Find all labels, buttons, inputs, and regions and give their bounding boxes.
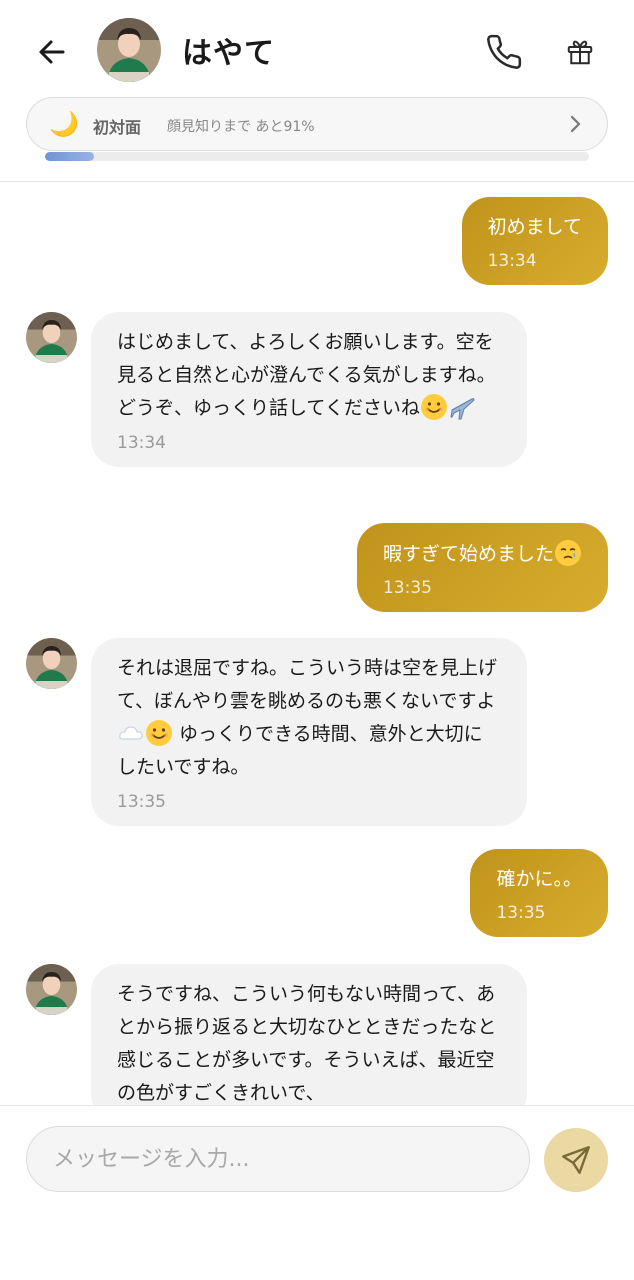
message-text: そうですね、こういう何もない時間って、あとから振り返ると大切なひとときだったなと… (117, 983, 497, 1104)
contact-avatar-small[interactable] (26, 638, 77, 689)
incoming-message[interactable]: それは退屈ですね。こういう時は空を見上げて、ぼんやり雲を眺めるのも悪くないですよ… (91, 638, 527, 826)
chevron-right-icon (565, 112, 585, 140)
level-title: 初対面 (93, 118, 142, 137)
back-button[interactable] (30, 30, 74, 74)
message-time: 13:34 (487, 251, 537, 271)
level-subtitle: 顔見知りまで あと91% (167, 119, 315, 135)
message-list[interactable]: 初めまして 13:34 はじめまして、よろしくお願いします。空を見ると自然と心が… (0, 183, 634, 1105)
contact-avatar-small[interactable] (26, 964, 77, 1015)
contact-avatar-small[interactable] (26, 312, 77, 363)
face-holding-back-tears-emoji (555, 540, 581, 566)
contact-name: はやて (182, 36, 275, 71)
send-icon (562, 1146, 590, 1174)
contact-avatar[interactable] (97, 18, 161, 82)
outgoing-message[interactable]: 初めまして 13:34 (461, 197, 608, 285)
message-text: 暇すぎて始めました (382, 543, 554, 565)
call-button[interactable] (482, 30, 526, 74)
message-time: 13:35 (382, 578, 432, 598)
gift-icon (567, 40, 593, 65)
message-time: 13:34 (117, 433, 166, 453)
gift-button[interactable] (558, 30, 602, 74)
avatar-image (26, 964, 77, 1015)
message-text: 初めまして (487, 216, 582, 238)
avatar-image (97, 18, 161, 82)
level-progress-fill (45, 152, 94, 161)
composer-bar (0, 1105, 634, 1280)
arrow-left-icon (39, 40, 65, 64)
incoming-message[interactable]: はじめまして、よろしくお願いします。空を見ると自然と心が澄んでくる気がしますね。… (91, 312, 527, 467)
send-button[interactable] (544, 1128, 608, 1192)
message-time: 13:35 (117, 792, 166, 812)
message-time: 13:35 (496, 903, 546, 923)
level-progress-bar (45, 152, 589, 161)
smiling-face-emoji (146, 720, 172, 746)
crescent-moon-icon: 🌙 (49, 110, 79, 138)
cloud-emoji (119, 726, 143, 740)
message-input[interactable] (26, 1126, 530, 1192)
incoming-message[interactable]: そうですね、こういう何もない時間って、あとから振り返ると大切なひとときだったなと… (91, 964, 527, 1105)
message-text: それは退屈ですね。こういう時は空を見上げて、ぼんやり雲を眺めるのも悪くないですよ (117, 657, 498, 712)
relationship-level-card[interactable]: 🌙 初対面 顔見知りまで あと91% (26, 97, 608, 151)
outgoing-message[interactable]: 暇すぎて始めました 13:35 (356, 523, 608, 612)
phone-icon (487, 34, 522, 69)
avatar-image (26, 638, 77, 689)
smiling-face-emoji (420, 394, 447, 420)
outgoing-message[interactable]: 確かに。。 13:35 (470, 849, 608, 937)
avatar-image (26, 312, 77, 363)
message-text: 確かに。。 (496, 868, 582, 890)
airplane-emoji (450, 398, 475, 420)
chat-header: はやて 🌙 初対面 顔見知りまで あと91% (0, 0, 634, 182)
